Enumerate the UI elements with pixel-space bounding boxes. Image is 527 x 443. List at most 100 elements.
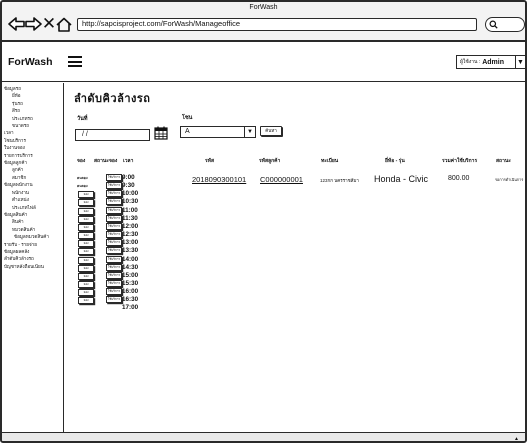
- col-header-queue: จอง: [77, 158, 86, 164]
- hamburger-menu-icon[interactable]: [68, 56, 82, 67]
- queue-status-button[interactable]: ใช้บริการ: [106, 174, 122, 181]
- queue-status-button[interactable]: ใช้บริการ: [106, 182, 122, 190]
- book-queue-button[interactable]: จอง: [78, 223, 94, 231]
- time-slot: 15:30: [122, 279, 139, 287]
- col-header-queue-status: สถานะจอง: [94, 158, 118, 164]
- queue-status-button[interactable]: ใช้บริการ: [106, 198, 122, 206]
- time-slot: 15:00: [122, 271, 139, 279]
- col-header-price: รวมค่าใช้บริการ: [442, 158, 478, 164]
- book-queue-button[interactable]: จอง: [78, 289, 94, 297]
- sidebar-item[interactable]: ประเภทไฟล์: [2, 204, 63, 211]
- date-input[interactable]: / /: [75, 129, 150, 141]
- sidebar-item[interactable]: ข้อมูลลูกค้า: [2, 159, 63, 166]
- sidebar-item[interactable]: รุ่นรถ: [2, 100, 63, 107]
- queue-status-button[interactable]: ใช้บริการ: [106, 296, 122, 304]
- sidebar-item[interactable]: รายรับ - รายจ่าย: [2, 241, 63, 248]
- home-icon[interactable]: [55, 15, 73, 33]
- queue-status-button[interactable]: ใช้บริการ: [106, 231, 122, 239]
- col-header-time: เวลา: [123, 158, 134, 164]
- queue-status-button[interactable]: ใช้บริการ: [106, 288, 122, 296]
- sidebar-item[interactable]: ข้อมูลสินค้า: [2, 211, 63, 218]
- queue-status-button[interactable]: ใช้บริการ: [106, 247, 122, 255]
- book-queue-button[interactable]: จอง: [78, 248, 94, 256]
- back-arrow-icon[interactable]: [7, 15, 25, 33]
- sidebar-item[interactable]: ใบงานจอง: [2, 144, 63, 151]
- user-dropdown[interactable]: ผู้ใช้งาน : Admin ▼: [456, 55, 525, 69]
- plate-value: 123กก นครราชสีมา: [320, 178, 359, 183]
- book-queue-button[interactable]: จอง: [78, 191, 94, 199]
- queue-status-button[interactable]: ใช้บริการ: [106, 239, 122, 247]
- sidebar-item[interactable]: สีรถ: [2, 107, 63, 114]
- forward-arrow-icon[interactable]: [24, 15, 42, 33]
- time-slot: 9:00: [122, 174, 135, 181]
- status-bar: ▲: [2, 432, 525, 441]
- sidebar-item[interactable]: พนักงาน: [2, 189, 63, 196]
- queue-status-button[interactable]: ใช้บริการ: [106, 271, 122, 279]
- sidebar-item[interactable]: สมาชิก: [2, 174, 63, 181]
- book-queue-button[interactable]: จอง: [78, 215, 94, 223]
- sidebar-item[interactable]: โซนบริการ: [2, 137, 63, 144]
- queue-status-button[interactable]: ใช้บริการ: [106, 279, 122, 287]
- browser-search-field[interactable]: [485, 17, 525, 32]
- book-queue-button[interactable]: จอง: [78, 264, 94, 272]
- app-brand: ForWash: [8, 56, 53, 68]
- sidebar-item[interactable]: ประเภทรถ: [2, 115, 63, 122]
- search-button[interactable]: ค้นหา: [260, 126, 282, 136]
- chevron-down-icon: ▼: [244, 127, 255, 137]
- book-queue-button[interactable]: จอง: [78, 232, 94, 240]
- time-slot: 12:00: [122, 222, 139, 230]
- sidebar-item[interactable]: สินค้า: [2, 218, 63, 225]
- browser-toolbar: ForWash ✕ http://sapcisproject.com/ForWa…: [2, 2, 525, 42]
- col-header-code: รหัส: [205, 158, 215, 164]
- book-queue-button[interactable]: จอง: [78, 256, 94, 264]
- stop-x-icon[interactable]: ✕: [42, 15, 56, 33]
- col-header-customer-code: รหัสลูกค้า: [259, 158, 281, 164]
- time-slot: 13:00: [122, 239, 139, 247]
- queue-status-button[interactable]: ใช้บริการ: [106, 190, 122, 198]
- book-queue-button[interactable]: จอง: [78, 280, 94, 288]
- sidebar-item[interactable]: รายการบริการ: [2, 152, 63, 159]
- app-header: ForWash ผู้ใช้งาน : Admin ▼: [2, 42, 525, 82]
- sidebar-menu: ข้อมูลรถ ยี่ห้อ รุ่นรถ สีรถ ประเภทรถ ขนาดรถ เว…: [2, 83, 64, 441]
- sidebar-item[interactable]: ข้อมูลหมวดสินค้า: [2, 233, 63, 240]
- sidebar-item[interactable]: ยี่ห้อ: [2, 92, 63, 99]
- booking-code-link[interactable]: 2018090300101: [192, 175, 246, 184]
- sidebar-item[interactable]: ลูกค้า: [2, 166, 63, 173]
- queue-status-button[interactable]: ใช้บริการ: [106, 214, 122, 222]
- browser-window: ForWash ✕ http://sapcisproject.com/ForWa…: [0, 0, 527, 443]
- book-queue-button[interactable]: จอง: [78, 199, 94, 207]
- page-title: ลำดับคิวล้างรถ: [74, 92, 151, 105]
- sidebar-item[interactable]: ข้อมูลพนักงาน: [2, 181, 63, 188]
- queue-status-button[interactable]: ใช้บริการ: [106, 263, 122, 271]
- book-queue-button[interactable]: จอง: [78, 297, 94, 305]
- sidebar-item[interactable]: ตำแหน่ง: [2, 196, 63, 203]
- scroll-up-icon[interactable]: ▲: [514, 436, 519, 441]
- book-queue-button[interactable]: จอง: [78, 272, 94, 280]
- book-queue-button[interactable]: จอง: [78, 207, 94, 215]
- customer-code-link[interactable]: C000000001: [260, 175, 303, 184]
- sidebar-item[interactable]: ลำดับคิวล้างรถ: [2, 255, 63, 262]
- time-slot: 13:30: [122, 247, 139, 255]
- sidebar-item[interactable]: หมวดสินค้า: [2, 226, 63, 233]
- zone-label: โซน: [182, 115, 193, 121]
- queue-status-button[interactable]: ใช้บริการ: [106, 255, 122, 263]
- url-bar[interactable]: http://sapcisproject.com/ForWash/Manageo…: [77, 18, 477, 31]
- col-header-brand-model: ยี่ห้อ - รุ่น: [385, 158, 405, 164]
- sidebar-item[interactable]: ข้อมูลผลคลัง: [2, 248, 63, 255]
- time-slot: 10:30: [122, 198, 139, 206]
- sidebar-item[interactable]: ข้อมูลรถ: [2, 85, 63, 92]
- sidebar-item[interactable]: เวลา: [2, 129, 63, 136]
- queue-status-button[interactable]: ใช้บริการ: [106, 222, 122, 230]
- sidebar-item[interactable]: ขนาดรถ: [2, 122, 63, 129]
- queue-status-button[interactable]: ใช้บริการ: [106, 206, 122, 214]
- book-queue-button[interactable]: จอง: [78, 240, 94, 248]
- sidebar-item[interactable]: บัญชาหลังถือนเนียน: [2, 263, 63, 270]
- time-slot: 17:00: [122, 304, 139, 312]
- zone-value: A: [185, 128, 190, 135]
- user-label: ผู้ใช้งาน :: [460, 59, 481, 65]
- calendar-icon[interactable]: [154, 126, 168, 145]
- search-icon: [489, 20, 498, 29]
- time-slot: 9:30: [122, 182, 135, 190]
- col-header-plate: ทะเบียน: [321, 158, 339, 164]
- zone-select[interactable]: A ▼: [180, 126, 256, 138]
